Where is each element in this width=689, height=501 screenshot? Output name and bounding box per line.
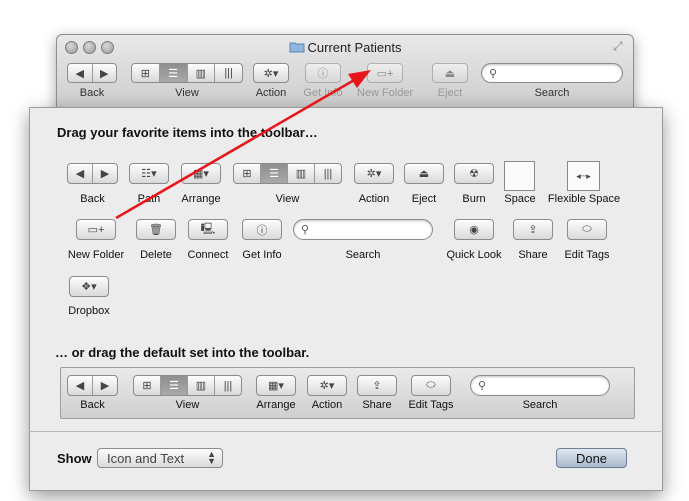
annotation-arrow-line (115, 77, 357, 220)
annotation-arrow (115, 70, 371, 220)
annotation-arrow-head (348, 70, 371, 88)
